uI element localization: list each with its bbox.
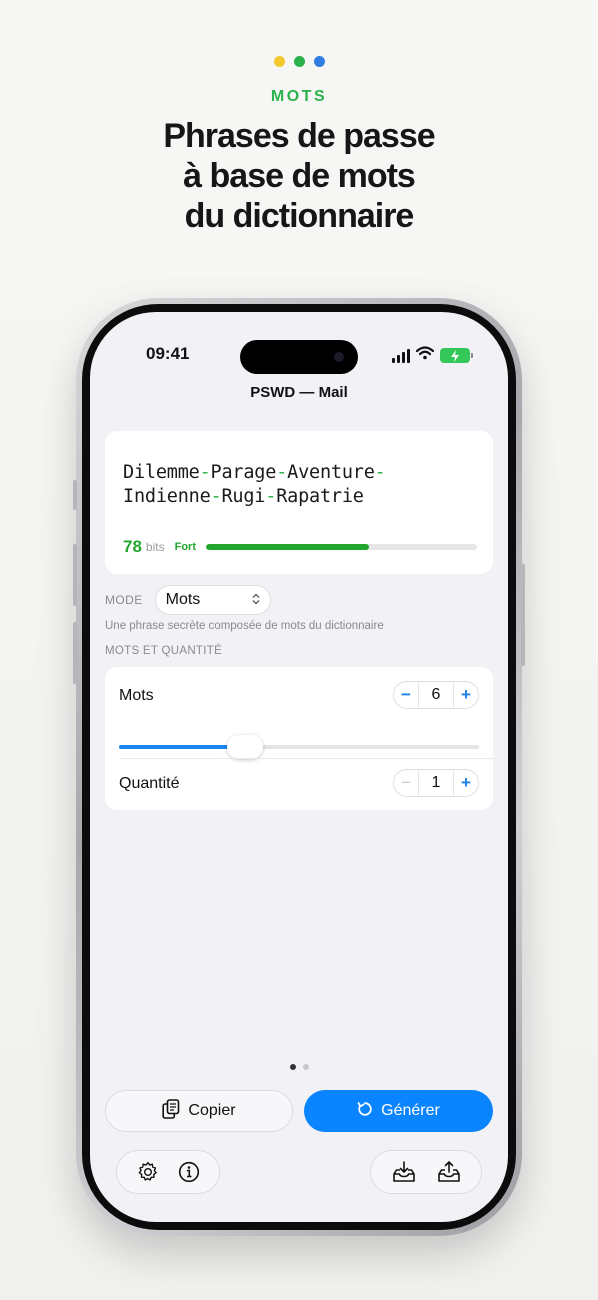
color-dots	[0, 56, 598, 67]
import-icon[interactable]	[389, 1157, 419, 1187]
copy-button[interactable]: Copier	[105, 1090, 293, 1132]
phone-frame: 09:41 PSWD — Mail Dilemme-Parage-Aventur…	[73, 298, 525, 1236]
strength-row: 78 bits Fort	[123, 536, 477, 558]
status-icons	[392, 346, 473, 365]
headline: Phrases de passe à base de mots du dicti…	[0, 116, 598, 236]
kicker-label: MOTS	[270, 88, 328, 105]
entropy-unit: bits	[145, 540, 165, 554]
action-button	[73, 480, 77, 510]
mode-description: Une phrase secrète composée de mots du d…	[105, 620, 384, 632]
words-increment-button[interactable]: +	[454, 685, 478, 705]
password-separator: -	[265, 486, 277, 507]
export-icon[interactable]	[434, 1157, 464, 1187]
signal-icon	[392, 348, 410, 363]
password-word: Rugi	[221, 486, 266, 507]
password-word: Parage	[210, 462, 277, 483]
mode-row: MODE Mots	[105, 585, 493, 615]
generated-password[interactable]: Dilemme-Parage-Aventure- Indienne-Rugi-Ra…	[123, 461, 483, 509]
password-separator: -	[210, 486, 222, 507]
words-decrement-button[interactable]: −	[394, 685, 418, 705]
entropy-bits: 78	[123, 537, 142, 556]
quantity-label: Quantité	[119, 775, 180, 792]
toolbar-left	[116, 1150, 220, 1194]
status-bar: 09:41	[90, 340, 508, 374]
words-value: 6	[418, 681, 454, 709]
copy-label: Copier	[188, 1102, 236, 1119]
password-word: Rapatrie	[276, 486, 364, 507]
headline-line: du dictionnaire	[184, 197, 415, 235]
side-button	[521, 564, 525, 666]
status-time: 09:41	[146, 344, 190, 363]
mode-select[interactable]: Mots	[154, 585, 271, 615]
green-dot	[293, 56, 305, 67]
page-dot[interactable]	[302, 1064, 309, 1070]
password-separator: -	[199, 462, 211, 483]
words-slider[interactable]	[119, 733, 479, 761]
volume-down-button	[73, 622, 77, 684]
divider	[119, 758, 493, 759]
strength-meter-fill	[206, 544, 369, 550]
chevron-updown-icon	[252, 593, 260, 608]
mode-label: MODE	[105, 593, 143, 607]
slider-thumb[interactable]	[227, 735, 263, 759]
headline-line: Phrases de passe	[163, 117, 435, 155]
password-card[interactable]: Dilemme-Parage-Aventure- Indienne-Rugi-Ra…	[105, 431, 493, 574]
refresh-icon	[357, 1101, 373, 1122]
quantity-increment-button[interactable]: +	[454, 773, 478, 793]
info-icon[interactable]	[174, 1157, 204, 1187]
settings-card: Mots − 6 + Quantité − 1 +	[105, 667, 493, 810]
generate-button[interactable]: Générer	[304, 1090, 493, 1132]
password-word: Dilemme	[123, 462, 200, 483]
dynamic-island	[240, 340, 358, 374]
password-separator: -	[374, 462, 386, 483]
words-stepper: − 6 +	[393, 681, 479, 709]
password-word: Aventure	[287, 462, 375, 483]
mode-value: Mots	[165, 591, 201, 608]
page-indicator[interactable]	[90, 1064, 508, 1070]
section-label: MOTS ET QUANTITÉ	[105, 645, 223, 657]
copy-icon	[162, 1098, 180, 1124]
words-label: Mots	[119, 687, 154, 704]
battery-charging-icon	[440, 348, 473, 363]
toolbar-right	[370, 1150, 482, 1194]
password-word: Indienne	[123, 486, 211, 507]
blue-dot	[313, 56, 325, 67]
quantity-value: 1	[418, 769, 454, 797]
quantity-stepper: − 1 +	[393, 769, 479, 797]
settings-icon[interactable]	[133, 1157, 163, 1187]
strength-meter	[206, 544, 477, 550]
yellow-dot	[273, 56, 285, 67]
headline-line: à base de mots	[183, 157, 416, 195]
quantity-decrement-button[interactable]: −	[394, 773, 418, 793]
wifi-icon	[415, 346, 435, 365]
generate-label: Générer	[381, 1102, 440, 1119]
app-title: PSWD — Mail	[250, 384, 348, 401]
app-screen: 09:41 PSWD — Mail Dilemme-Parage-Aventur…	[90, 312, 508, 1222]
page-dot[interactable]	[289, 1064, 296, 1070]
volume-up-button	[73, 544, 77, 606]
strength-label: Fort	[174, 541, 196, 553]
password-separator: -	[276, 462, 288, 483]
